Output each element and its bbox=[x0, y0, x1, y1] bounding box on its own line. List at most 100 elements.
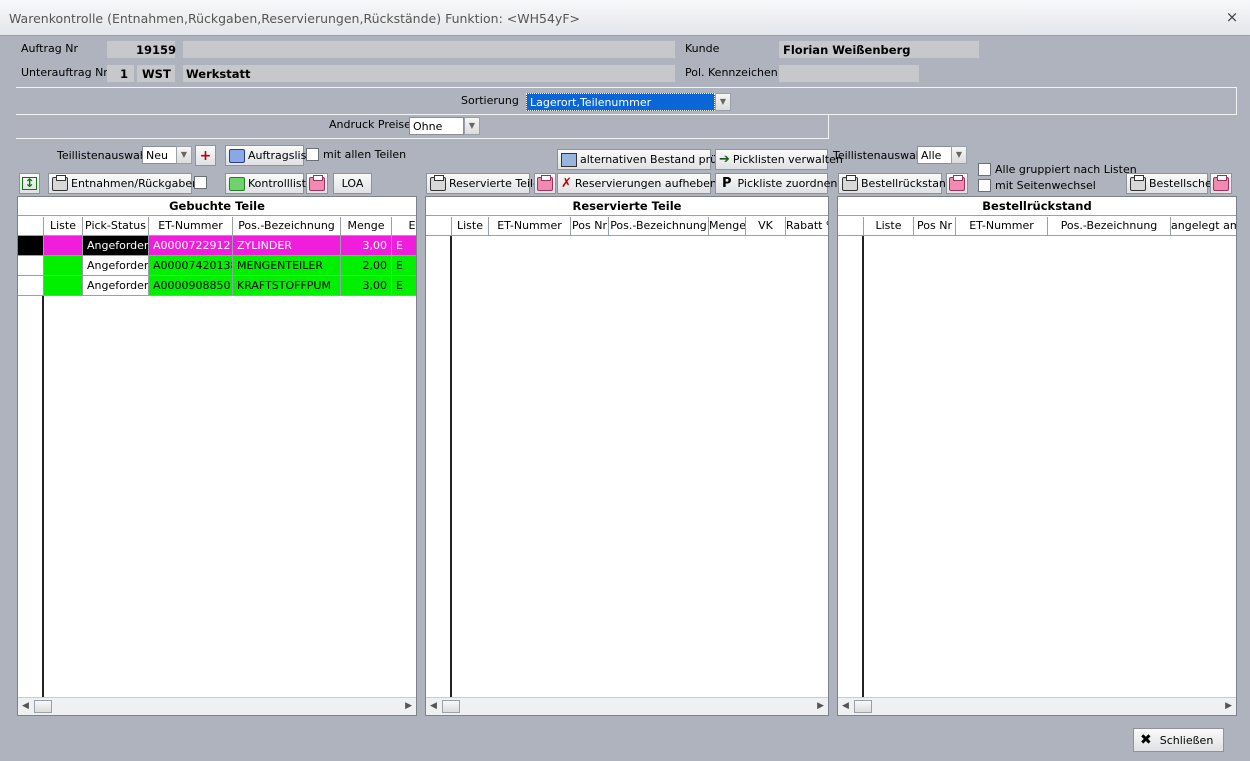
row-selector-cell[interactable] bbox=[18, 236, 44, 256]
col-pos-bezeichnung[interactable]: Pos.-Bezeichnung bbox=[1048, 217, 1171, 235]
scroll-right-icon[interactable]: ▶ bbox=[1225, 701, 1232, 711]
col-pick-status[interactable]: Pick-Status bbox=[83, 217, 149, 235]
cell-et-nummer: A0000908850 bbox=[149, 276, 233, 296]
col-et-nummer[interactable]: ET-Nummer bbox=[489, 217, 571, 235]
col-e[interactable]: E bbox=[392, 217, 416, 235]
reservierungen-aufheben-button[interactable]: ✗ Reservierungen aufheben bbox=[557, 173, 717, 194]
scroll-thumb[interactable] bbox=[34, 700, 52, 713]
window-title: Warenkontrolle (Entnahmen,Rückgaben,Rese… bbox=[9, 11, 580, 26]
unterauftrag-name: Werkstatt bbox=[186, 67, 251, 81]
print-bestellschein-button[interactable] bbox=[1210, 173, 1232, 194]
reservierte-teile-panel: Reservierte Teile Liste ET-Nummer Pos Nr… bbox=[425, 196, 829, 716]
col-et-nummer[interactable]: ET-Nummer bbox=[149, 217, 233, 235]
col-liste[interactable]: Liste bbox=[452, 217, 489, 235]
col-pos-nr[interactable]: Pos Nr bbox=[914, 217, 956, 235]
table-row[interactable]: Angefordert A0000722912 ZYLINDER 3,00 E bbox=[18, 236, 416, 256]
loa-label: LOA bbox=[341, 177, 364, 190]
cell-pick-status: Angefordert bbox=[83, 236, 149, 256]
row-selector-column bbox=[838, 236, 864, 697]
row-selector-cell[interactable] bbox=[18, 256, 44, 276]
mit-seitenwechsel-checkbox[interactable] bbox=[978, 179, 991, 192]
plus-icon: + bbox=[199, 147, 212, 164]
scroll-thumb[interactable] bbox=[442, 700, 460, 713]
auftrag-label: Auftrag Nr bbox=[21, 42, 78, 55]
col-menge[interactable]: Menge bbox=[341, 217, 392, 235]
col-pos-bezeichnung[interactable]: Pos.-Bezeichnung bbox=[609, 217, 709, 235]
teillisten-select-right[interactable]: Alle bbox=[917, 146, 952, 164]
table-row[interactable]: Angefordert A0000908850 KRAFTSTOFFPUM 3,… bbox=[18, 276, 416, 296]
col-rabatt[interactable]: Rabatt % bbox=[786, 217, 828, 235]
col-vk[interactable]: VK bbox=[746, 217, 786, 235]
table-row[interactable]: Angefordert A00007420138 MENGENTEILER 2,… bbox=[18, 256, 416, 276]
picklisten-button[interactable]: ➔ Picklisten verwalten bbox=[715, 149, 843, 170]
auftragsliste-button[interactable]: Auftragsliste bbox=[225, 145, 317, 166]
row-selector-cell[interactable] bbox=[18, 276, 44, 296]
cell-pick-status: Angefordert bbox=[83, 276, 149, 296]
col-menge[interactable]: Menge bbox=[709, 217, 746, 235]
scroll-left-icon[interactable]: ◀ bbox=[22, 701, 29, 711]
print-bestellrueckstand-button[interactable] bbox=[946, 173, 968, 194]
entnahmen-checkbox[interactable] bbox=[194, 176, 207, 189]
row-selector-header bbox=[426, 217, 452, 235]
col-et-nummer[interactable]: ET-Nummer bbox=[956, 217, 1048, 235]
alt-bestand-button[interactable]: alternativen Bestand prüfen bbox=[557, 149, 735, 170]
chevron-down-icon[interactable]: ▼ bbox=[176, 146, 192, 164]
bestellrueckstand-title: Bestellrückstand bbox=[838, 197, 1236, 216]
pickliste-zuordnen-button[interactable]: P Pickliste zuordnen bbox=[715, 173, 837, 194]
print-kontrollliste-button[interactable] bbox=[306, 173, 328, 194]
row-selector-column bbox=[426, 236, 452, 697]
chevron-down-icon[interactable]: ▼ bbox=[715, 93, 731, 111]
printer-icon bbox=[309, 174, 325, 191]
printer-icon bbox=[229, 176, 245, 191]
cell-e: E bbox=[392, 276, 416, 296]
add-list-button[interactable]: + bbox=[195, 145, 216, 166]
reservierte-header-row: Liste ET-Nummer Pos Nr Pos.-Bezeichnung … bbox=[426, 217, 828, 236]
horizontal-scrollbar[interactable]: ◀ ▶ bbox=[838, 697, 1236, 715]
scroll-right-icon[interactable]: ▶ bbox=[405, 701, 412, 711]
kontrollliste-button[interactable]: Kontrollliste bbox=[225, 173, 313, 194]
mit-allen-teilen-checkbox[interactable] bbox=[306, 148, 319, 161]
print-reservierte-button[interactable] bbox=[534, 173, 556, 194]
kontrollliste-label: Kontrollliste bbox=[248, 177, 313, 190]
col-liste[interactable]: Liste bbox=[864, 217, 914, 235]
cell-menge: 3,00 bbox=[341, 276, 392, 296]
col-pos-bezeichnung[interactable]: Pos.-Bezeichnung bbox=[233, 217, 341, 235]
reservierte-teile-title: Reservierte Teile bbox=[426, 197, 828, 216]
scroll-left-icon[interactable]: ◀ bbox=[430, 701, 437, 711]
col-angelegt-am[interactable]: angelegt am bbox=[1171, 217, 1236, 235]
horizontal-scrollbar[interactable]: ◀ ▶ bbox=[18, 697, 416, 715]
scroll-right-icon[interactable]: ▶ bbox=[817, 701, 824, 711]
col-liste[interactable]: Liste bbox=[44, 217, 83, 235]
refresh-button[interactable]: ↕ bbox=[19, 173, 40, 194]
entnahmen-button[interactable]: Entnahmen/Rückgaben bbox=[48, 173, 199, 194]
alle-gruppiert-checkbox[interactable] bbox=[978, 163, 991, 176]
teillisten-select-left[interactable]: Neu bbox=[142, 146, 177, 164]
col-pos-nr[interactable]: Pos Nr bbox=[571, 217, 609, 235]
p-icon: P bbox=[722, 176, 732, 191]
row-selector-header bbox=[838, 217, 864, 235]
close-icon[interactable]: × bbox=[1224, 8, 1240, 26]
separator bbox=[1236, 87, 1237, 115]
pickliste-zuordnen-label: Pickliste zuordnen bbox=[737, 177, 838, 190]
bestellschein-button[interactable]: Bestellschein bbox=[1126, 173, 1222, 194]
sortierung-select[interactable]: Lagerort,Teilenummer bbox=[526, 93, 715, 111]
gebuchte-header-row: Liste Pick-Status ET-Nummer Pos.-Bezeich… bbox=[18, 217, 416, 236]
printer-icon bbox=[949, 174, 965, 191]
horizontal-scrollbar[interactable]: ◀ ▶ bbox=[426, 697, 828, 715]
scroll-left-icon[interactable]: ◀ bbox=[842, 701, 849, 711]
schliessen-label: Schließen bbox=[1159, 733, 1214, 747]
window-titlebar: Warenkontrolle (Entnahmen,Rückgaben,Rese… bbox=[0, 0, 1250, 36]
reservierte-teile-button[interactable]: Reservierte Teile bbox=[426, 173, 540, 194]
chevron-down-icon[interactable]: ▼ bbox=[464, 117, 480, 135]
loa-button[interactable]: LOA bbox=[333, 173, 372, 194]
andruck-select[interactable]: Ohne bbox=[409, 117, 464, 135]
scroll-thumb[interactable] bbox=[854, 700, 872, 713]
chevron-down-icon[interactable]: ▼ bbox=[951, 146, 967, 164]
teillisten-label-right: Teillistenauswahl bbox=[833, 149, 926, 162]
kunde-value: Florian Weißenberg bbox=[783, 43, 911, 57]
bestellrueckstand-button[interactable]: Bestellrückstand bbox=[838, 173, 953, 194]
unterauftrag-nr: 1 bbox=[120, 67, 129, 81]
schliessen-button[interactable]: ✖ Schließen bbox=[1133, 728, 1224, 752]
sortierung-label: Sortierung bbox=[461, 94, 519, 107]
kennzeichen-field bbox=[779, 65, 919, 82]
